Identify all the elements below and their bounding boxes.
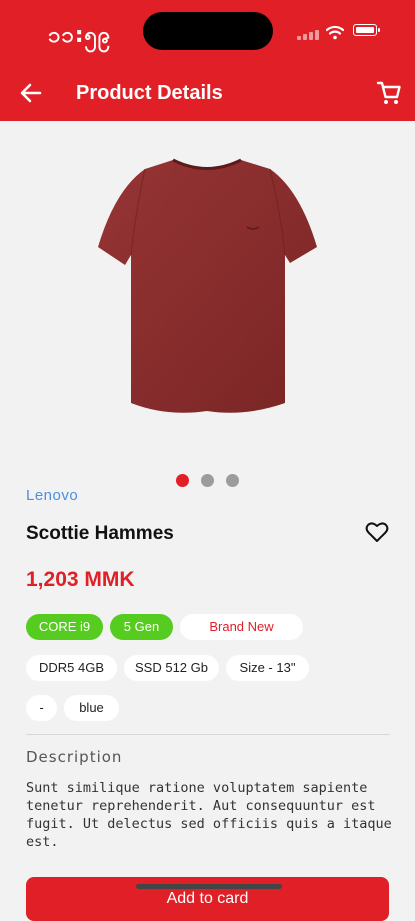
signal-icon <box>297 30 323 40</box>
status-time: ၁၁:၅၉ <box>48 23 112 48</box>
description-label: Description <box>26 748 123 766</box>
product-brand-link[interactable]: Lenovo <box>26 487 78 504</box>
product-name: Scottie Hammes <box>26 523 174 544</box>
wifi-icon <box>326 25 344 40</box>
tag-chip: DDR5 4GB <box>26 655 117 681</box>
carousel-dot[interactable] <box>226 474 239 487</box>
app-header: ၁၁:၅၉ Product Details <box>0 0 415 121</box>
tag-chip: SSD 512 Gb <box>124 655 219 681</box>
tag-chip: Brand New <box>180 614 303 640</box>
tag-chip: CORE i9 <box>26 614 103 640</box>
product-image[interactable] <box>95 155 320 415</box>
camera-notch <box>143 12 273 50</box>
section-divider <box>26 734 390 735</box>
tag-chip: Size - 13" <box>226 655 309 681</box>
tag-chip: - <box>26 695 57 721</box>
home-indicator <box>136 884 282 889</box>
heart-icon[interactable] <box>365 521 389 543</box>
carousel-dot-active[interactable] <box>176 474 189 487</box>
description-text: Sunt similique ratione voluptatem sapien… <box>26 780 392 850</box>
cart-icon[interactable] <box>376 80 402 106</box>
back-arrow-icon[interactable] <box>18 80 44 106</box>
carousel-dot[interactable] <box>201 474 214 487</box>
tag-chip: 5 Gen <box>110 614 173 640</box>
tag-chip: blue <box>64 695 119 721</box>
battery-icon <box>353 24 380 36</box>
product-price: 1,203 MMK <box>26 568 135 591</box>
page-title: Product Details <box>76 82 223 104</box>
